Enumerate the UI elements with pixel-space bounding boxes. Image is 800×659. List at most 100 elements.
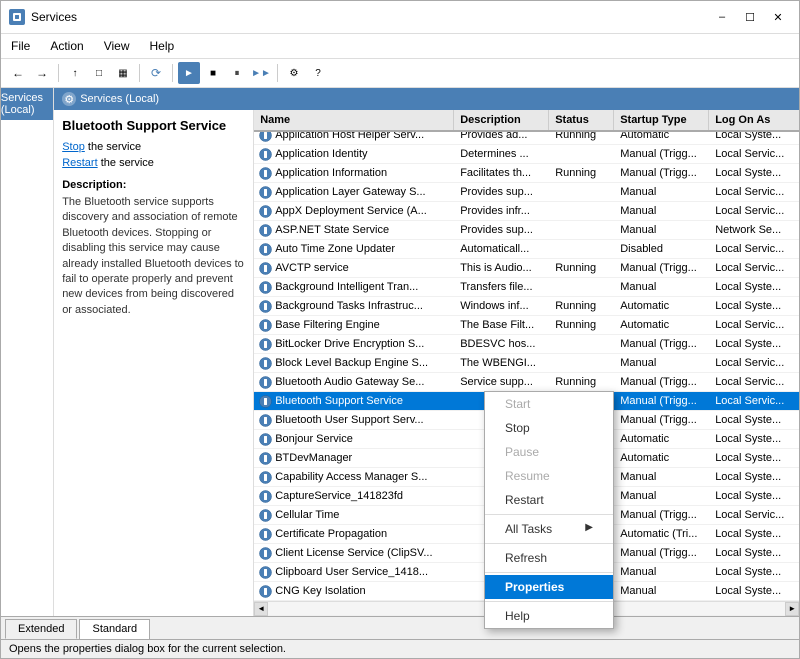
context-menu-item-stop[interactable]: Stop [485,416,613,440]
detail-panel: Bluetooth Support Service Stop the servi… [54,110,254,616]
service-startup-cell: Manual (Trigg... [614,165,709,181]
table-row[interactable]: Bluetooth Audio Gateway Se...Service sup… [254,373,799,392]
service-status-cell [549,361,614,365]
help-button[interactable]: ? [307,62,329,84]
bottom-area: Extended Standard Opens the properties d… [1,616,799,658]
service-desc-cell: Facilitates th... [454,165,549,181]
title-bar-left: Services [9,9,77,25]
service-startup-cell: Manual (Trigg... [614,507,709,523]
scroll-left-button[interactable]: ◄ [254,602,268,616]
service-icon [258,299,272,313]
service-name-text: AppX Deployment Service (A... [275,205,427,217]
service-startup-cell: Automatic [614,450,709,466]
service-logon-cell: Local Servic... [709,260,799,276]
col-header-desc[interactable]: Description [454,110,549,130]
service-name-text: Bluetooth Audio Gateway Se... [275,376,424,388]
context-menu-item-properties[interactable]: Properties [485,575,613,599]
map-button[interactable]: ▦ [112,62,134,84]
menu-file[interactable]: File [1,36,40,56]
table-row[interactable]: ASP.NET State ServiceProvides sup...Manu… [254,221,799,240]
context-menu-item-restart[interactable]: Restart [485,488,613,512]
table-row[interactable]: BitLocker Drive Encryption S...BDESVC ho… [254,335,799,354]
service-status-cell: Running [549,298,614,314]
pause-button[interactable]: ⏸ [226,62,248,84]
col-header-name[interactable]: Name [254,110,454,130]
table-row[interactable]: Application Host Helper Serv...Provides … [254,131,799,145]
col-header-status[interactable]: Status [549,110,614,130]
close-button[interactable]: ✕ [765,7,791,27]
service-logon-cell: Local Syste... [709,165,799,181]
col-header-startup[interactable]: Startup Type [614,110,709,130]
table-row[interactable]: Application InformationFacilitates th...… [254,164,799,183]
menu-action[interactable]: Action [40,36,93,56]
service-logon-cell: Local Servic... [709,146,799,162]
service-status-cell [549,285,614,289]
service-startup-cell: Manual (Trigg... [614,545,709,561]
service-name-text: AVCTP service [275,262,349,274]
table-row[interactable]: Application Layer Gateway S...Provides s… [254,183,799,202]
context-menu-item-start: Start [485,392,613,416]
table-row[interactable]: Auto Time Zone UpdaterAutomaticall...Dis… [254,240,799,259]
minimize-button[interactable]: ‒ [709,7,735,27]
service-status-cell: Running [549,260,614,276]
menu-view[interactable]: View [94,36,140,56]
service-status-cell: Running [549,131,614,143]
service-name-cell: Block Level Backup Engine S... [254,354,454,372]
service-name-text: Base Filtering Engine [275,319,380,331]
service-logon-cell: Local Syste... [709,545,799,561]
table-row[interactable]: Background Tasks Infrastruc...Windows in… [254,297,799,316]
table-row[interactable]: AppX Deployment Service (A...Provides in… [254,202,799,221]
col-header-logon[interactable]: Log On As [709,110,799,130]
table-row[interactable]: Block Level Backup Engine S...The WBENGI… [254,354,799,373]
menu-help[interactable]: Help [140,36,185,56]
service-logon-cell: Local Syste... [709,450,799,466]
restart-link[interactable]: Restart the service [62,157,245,169]
tab-standard[interactable]: Standard [79,619,150,639]
service-name-text: Background Tasks Infrastruc... [275,300,423,312]
refresh-button[interactable]: ⟳ [145,62,167,84]
menu-bar: File Action View Help [1,34,799,59]
service-status-cell: Running [549,165,614,181]
context-menu-item-all-tasks[interactable]: All Tasks [485,517,613,541]
service-name-text: Cellular Time [275,509,339,521]
scroll-right-button[interactable]: ► [785,602,799,616]
context-menu-item-refresh[interactable]: Refresh [485,546,613,570]
table-row[interactable]: Background Intelligent Tran...Transfers … [254,278,799,297]
service-logon-cell: Local Syste... [709,469,799,485]
service-name-text: Capability Access Manager S... [275,471,427,483]
service-startup-cell: Manual [614,583,709,599]
service-name-text: Block Level Backup Engine S... [275,357,428,369]
service-name-text: Bonjour Service [275,433,353,445]
service-logon-cell: Local Servic... [709,203,799,219]
service-name-cell: Application Identity [254,145,454,163]
tab-extended[interactable]: Extended [5,619,77,639]
properties-button[interactable]: ⚙ [283,62,305,84]
service-status-cell [549,247,614,251]
back-button[interactable]: ← [7,62,29,84]
service-icon [258,375,272,389]
show-hide-button[interactable]: □ [88,62,110,84]
status-bar: Opens the properties dialog box for the … [1,639,799,658]
context-menu-item-help[interactable]: Help [485,604,613,628]
forward-button[interactable]: → [31,62,53,84]
table-row[interactable]: Application IdentityDetermines ...Manual… [254,145,799,164]
table-row[interactable]: AVCTP serviceThis is Audio...RunningManu… [254,259,799,278]
context-menu-item-pause: Pause [485,440,613,464]
service-icon [258,242,272,256]
service-logon-cell: Local Servic... [709,393,799,409]
restart-button[interactable]: ►► [250,62,272,84]
export-button[interactable]: ► [178,62,200,84]
service-desc-cell: Provides ad... [454,131,549,143]
stop-button[interactable]: ■ [202,62,224,84]
stop-link[interactable]: Stop the service [62,141,245,153]
status-text: Opens the properties dialog box for the … [9,643,286,655]
service-name-cell: Bonjour Service [254,430,454,448]
service-startup-cell: Manual (Trigg... [614,146,709,162]
toolbar-sep-4 [277,64,278,82]
maximize-button[interactable]: ☐ [737,7,763,27]
table-row[interactable]: Base Filtering EngineThe Base Filt...Run… [254,316,799,335]
services-panel: ⚙ Services (Local) Bluetooth Support Ser… [54,88,799,616]
nav-header-label: Services (Local) [1,92,47,116]
up-button[interactable]: ↑ [64,62,86,84]
service-startup-cell: Manual [614,279,709,295]
